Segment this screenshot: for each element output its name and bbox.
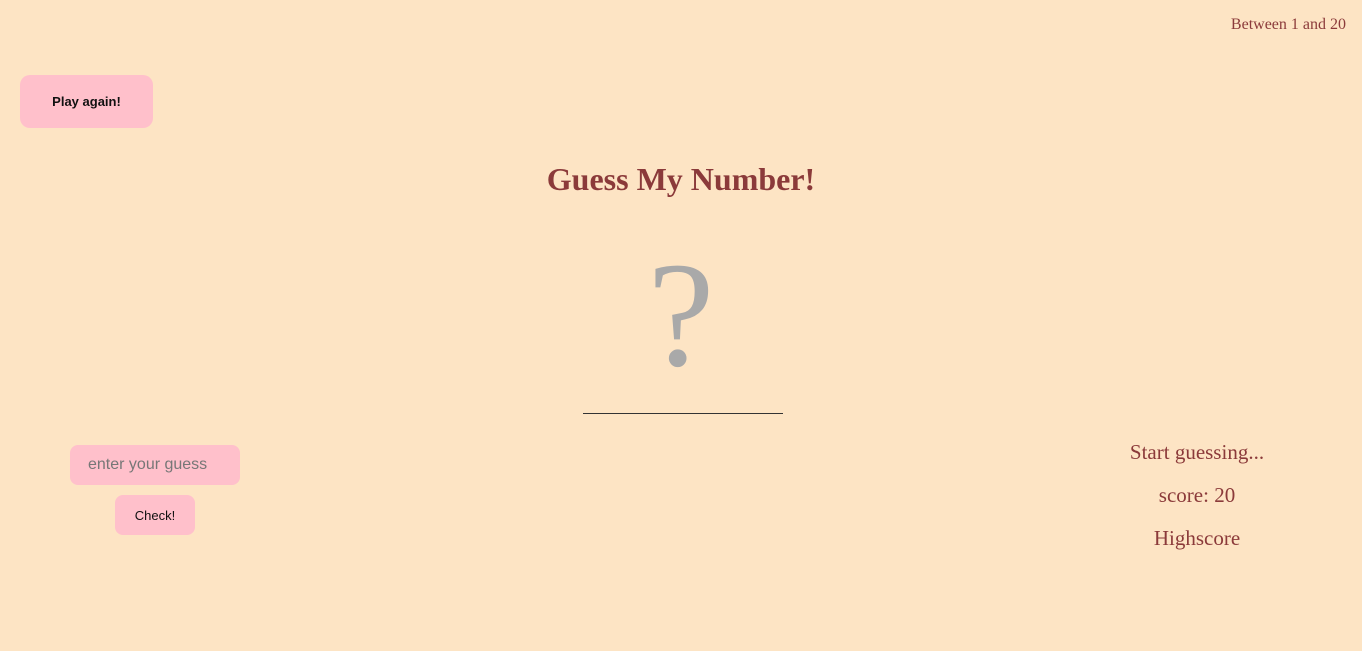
divider-line (583, 413, 783, 414)
guess-input[interactable] (70, 445, 240, 485)
page-title: Guess My Number! (546, 161, 816, 197)
play-again-button[interactable]: Play again! (20, 75, 153, 128)
range-text: Between 1 and 20 (1230, 16, 1346, 33)
status-message: Start guessing... (1129, 440, 1265, 464)
stats-panel: Start guessing... score: 20 Highscore (1097, 436, 1297, 565)
check-button[interactable]: Check! (115, 495, 195, 535)
highscore-label: Highscore (1153, 526, 1241, 550)
score-label: score: 20 (1158, 483, 1236, 507)
secret-number-display: ? (647, 232, 715, 398)
